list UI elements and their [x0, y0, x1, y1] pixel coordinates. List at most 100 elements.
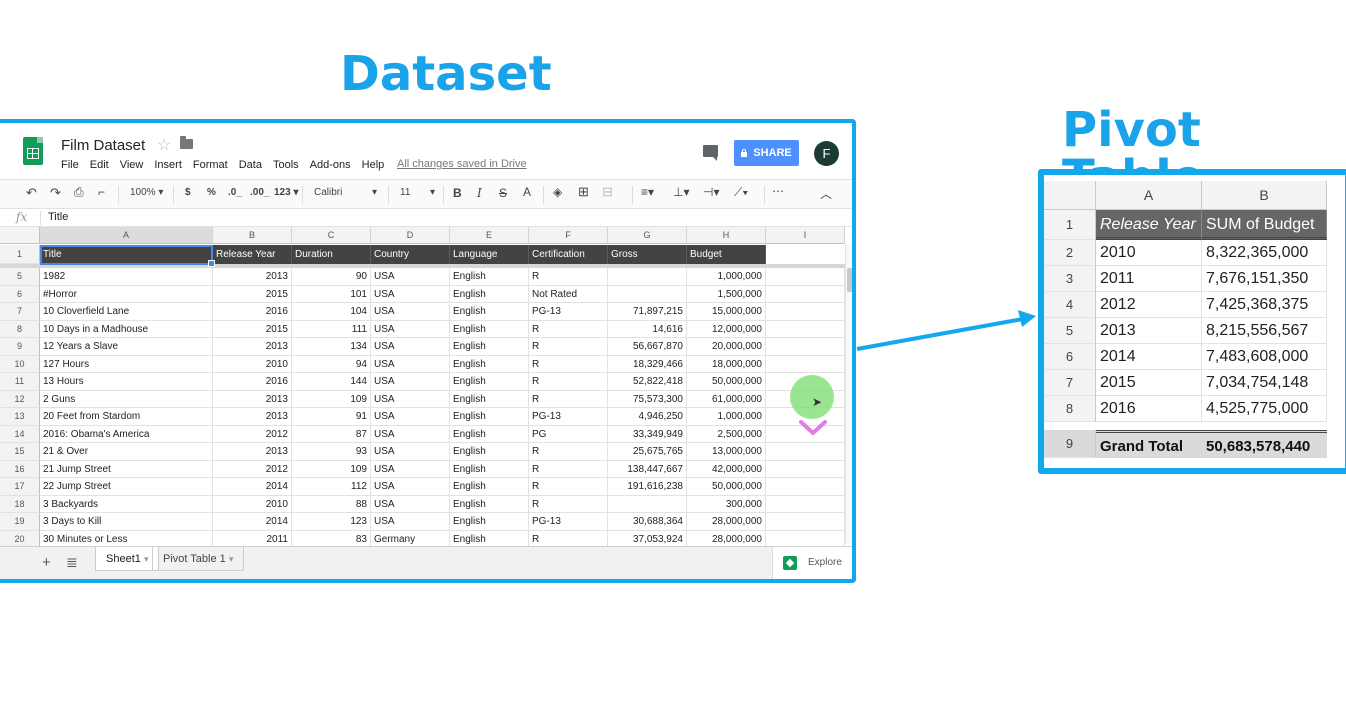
menu-insert[interactable]: Insert	[154, 159, 182, 171]
menu-addons[interactable]: Add-ons	[310, 159, 351, 171]
cell-duration[interactable]: 104	[292, 303, 371, 321]
cell-gross[interactable]	[608, 285, 687, 303]
cell-certification[interactable]: R	[529, 460, 608, 478]
header-cell-language[interactable]: Language	[450, 245, 529, 264]
row-header[interactable]: 8	[0, 320, 40, 338]
tab-pivot-table-1[interactable]: Pivot Table 1 ▾	[152, 547, 245, 571]
cell-budget[interactable]: 2,500,000	[687, 425, 766, 443]
cell-language[interactable]: English	[450, 373, 529, 391]
share-button[interactable]: SHARE	[734, 140, 799, 166]
header-cell-duration[interactable]: Duration	[292, 245, 371, 264]
more-icon[interactable]: ⋯	[772, 184, 784, 198]
cell-i[interactable]	[766, 443, 845, 461]
cell-duration[interactable]: 101	[292, 285, 371, 303]
cell-budget[interactable]: 18,000,000	[687, 355, 766, 373]
cell-duration[interactable]: 91	[292, 408, 371, 426]
cell-title[interactable]: 22 Jump Street	[40, 478, 213, 496]
decrease-decimal-button[interactable]: .0_	[228, 187, 242, 198]
column-header-h[interactable]: H	[687, 227, 766, 244]
font-chevron-down-icon[interactable]: ▾	[372, 187, 377, 198]
cell-release-year[interactable]: 2015	[213, 285, 292, 303]
font-size-chevron-down-icon[interactable]: ▾	[430, 187, 435, 198]
undo-icon[interactable]: ↶	[26, 185, 37, 201]
vertical-align-icon[interactable]: ⊥▾	[673, 185, 689, 199]
cell-gross[interactable]: 191,616,238	[608, 478, 687, 496]
cell-country[interactable]: USA	[371, 513, 450, 531]
cell-release-year[interactable]: 2010	[213, 495, 292, 513]
cell-country[interactable]: USA	[371, 478, 450, 496]
header-cell-budget[interactable]: Budget	[687, 245, 766, 264]
menu-view[interactable]: View	[120, 159, 144, 171]
horizontal-align-icon[interactable]: ≡▾	[641, 185, 654, 199]
vertical-scroll-thumb[interactable]	[847, 268, 852, 292]
pivot-cell-sum-budget[interactable]: 7,483,608,000	[1202, 344, 1327, 370]
cell-language[interactable]: English	[450, 390, 529, 408]
column-header-i[interactable]: I	[766, 227, 845, 244]
fill-color-icon[interactable]: ◈	[553, 185, 562, 199]
row-header[interactable]: 6	[0, 285, 40, 303]
cell-country[interactable]: USA	[371, 338, 450, 356]
pivot-row-header[interactable]: 7	[1044, 370, 1096, 396]
text-rotation-icon[interactable]: ⟋▾	[734, 185, 748, 200]
pivot-cell-year[interactable]: 2015	[1096, 370, 1202, 396]
cell-certification[interactable]: R	[529, 320, 608, 338]
row-header[interactable]: 14	[0, 425, 40, 443]
cell-language[interactable]: English	[450, 303, 529, 321]
cell-title[interactable]: 2 Guns	[40, 390, 213, 408]
cell-language[interactable]: English	[450, 425, 529, 443]
cell-i[interactable]	[766, 303, 845, 321]
cell-budget[interactable]: 12,000,000	[687, 320, 766, 338]
cell-country[interactable]: USA	[371, 408, 450, 426]
cell-gross[interactable]: 14,616	[608, 320, 687, 338]
pivot-header-sum-budget[interactable]: SUM of Budget	[1202, 210, 1327, 240]
header-cell-gross[interactable]: Gross	[608, 245, 687, 264]
cell-gross[interactable]: 56,667,870	[608, 338, 687, 356]
cell-release-year[interactable]: 2010	[213, 355, 292, 373]
cell-title[interactable]: #Horror	[40, 285, 213, 303]
cell-duration[interactable]: 93	[292, 443, 371, 461]
save-status-link[interactable]: All changes saved in Drive	[397, 158, 527, 170]
currency-button[interactable]: $	[185, 187, 191, 198]
pivot-cell-year[interactable]: 2014	[1096, 344, 1202, 370]
cell-gross[interactable]: 33,349,949	[608, 425, 687, 443]
column-header-a[interactable]: A	[40, 227, 213, 244]
pivot-cell-year[interactable]: 2010	[1096, 240, 1202, 266]
font-size-select[interactable]: 11	[400, 187, 410, 198]
formula-input[interactable]: Title	[48, 211, 68, 223]
header-cell-release-year[interactable]: Release Year	[213, 245, 292, 264]
cell-title[interactable]: 3 Days to Kill	[40, 513, 213, 531]
cell-duration[interactable]: 109	[292, 460, 371, 478]
cell-duration[interactable]: 88	[292, 495, 371, 513]
cell-title[interactable]: 3 Backyards	[40, 495, 213, 513]
menu-help[interactable]: Help	[362, 159, 385, 171]
pivot-row-header[interactable]: 6	[1044, 344, 1096, 370]
pivot-cell-sum-budget[interactable]: 7,676,151,350	[1202, 266, 1327, 292]
row-header[interactable]: 17	[0, 478, 40, 496]
cell-title[interactable]: 12 Years a Slave	[40, 338, 213, 356]
cell-budget[interactable]: 1,500,000	[687, 285, 766, 303]
all-sheets-icon[interactable]: ≣	[66, 554, 78, 571]
cell-title[interactable]: 10 Days in a Madhouse	[40, 320, 213, 338]
row-header[interactable]: 18	[0, 495, 40, 513]
pivot-row-header[interactable]: 4	[1044, 292, 1096, 318]
cell-gross[interactable]: 138,447,667	[608, 460, 687, 478]
cell-i[interactable]	[766, 355, 845, 373]
bold-icon[interactable]: B	[453, 186, 462, 200]
font-select[interactable]: Calibri	[314, 187, 342, 198]
cell-i[interactable]	[766, 513, 845, 531]
pivot-cell-sum-budget[interactable]: 8,322,365,000	[1202, 240, 1327, 266]
cell-certification[interactable]: R	[529, 373, 608, 391]
comments-icon[interactable]	[703, 145, 718, 161]
cell-budget[interactable]: 13,000,000	[687, 443, 766, 461]
cell-certification[interactable]: R	[529, 338, 608, 356]
tab-sheet1[interactable]: Sheet1 ▾	[95, 547, 160, 571]
pivot-row-header[interactable]: 1	[1044, 210, 1096, 240]
cell-release-year[interactable]: 2013	[213, 338, 292, 356]
cell-gross[interactable]	[608, 268, 687, 286]
zoom-select[interactable]: 100% ▾	[130, 187, 163, 198]
cell-budget[interactable]: 50,000,000	[687, 478, 766, 496]
cell-title[interactable]: 13 Hours	[40, 373, 213, 391]
cell-language[interactable]: English	[450, 320, 529, 338]
merge-cells-icon[interactable]: ⊟	[602, 184, 613, 200]
cell-duration[interactable]: 90	[292, 268, 371, 286]
